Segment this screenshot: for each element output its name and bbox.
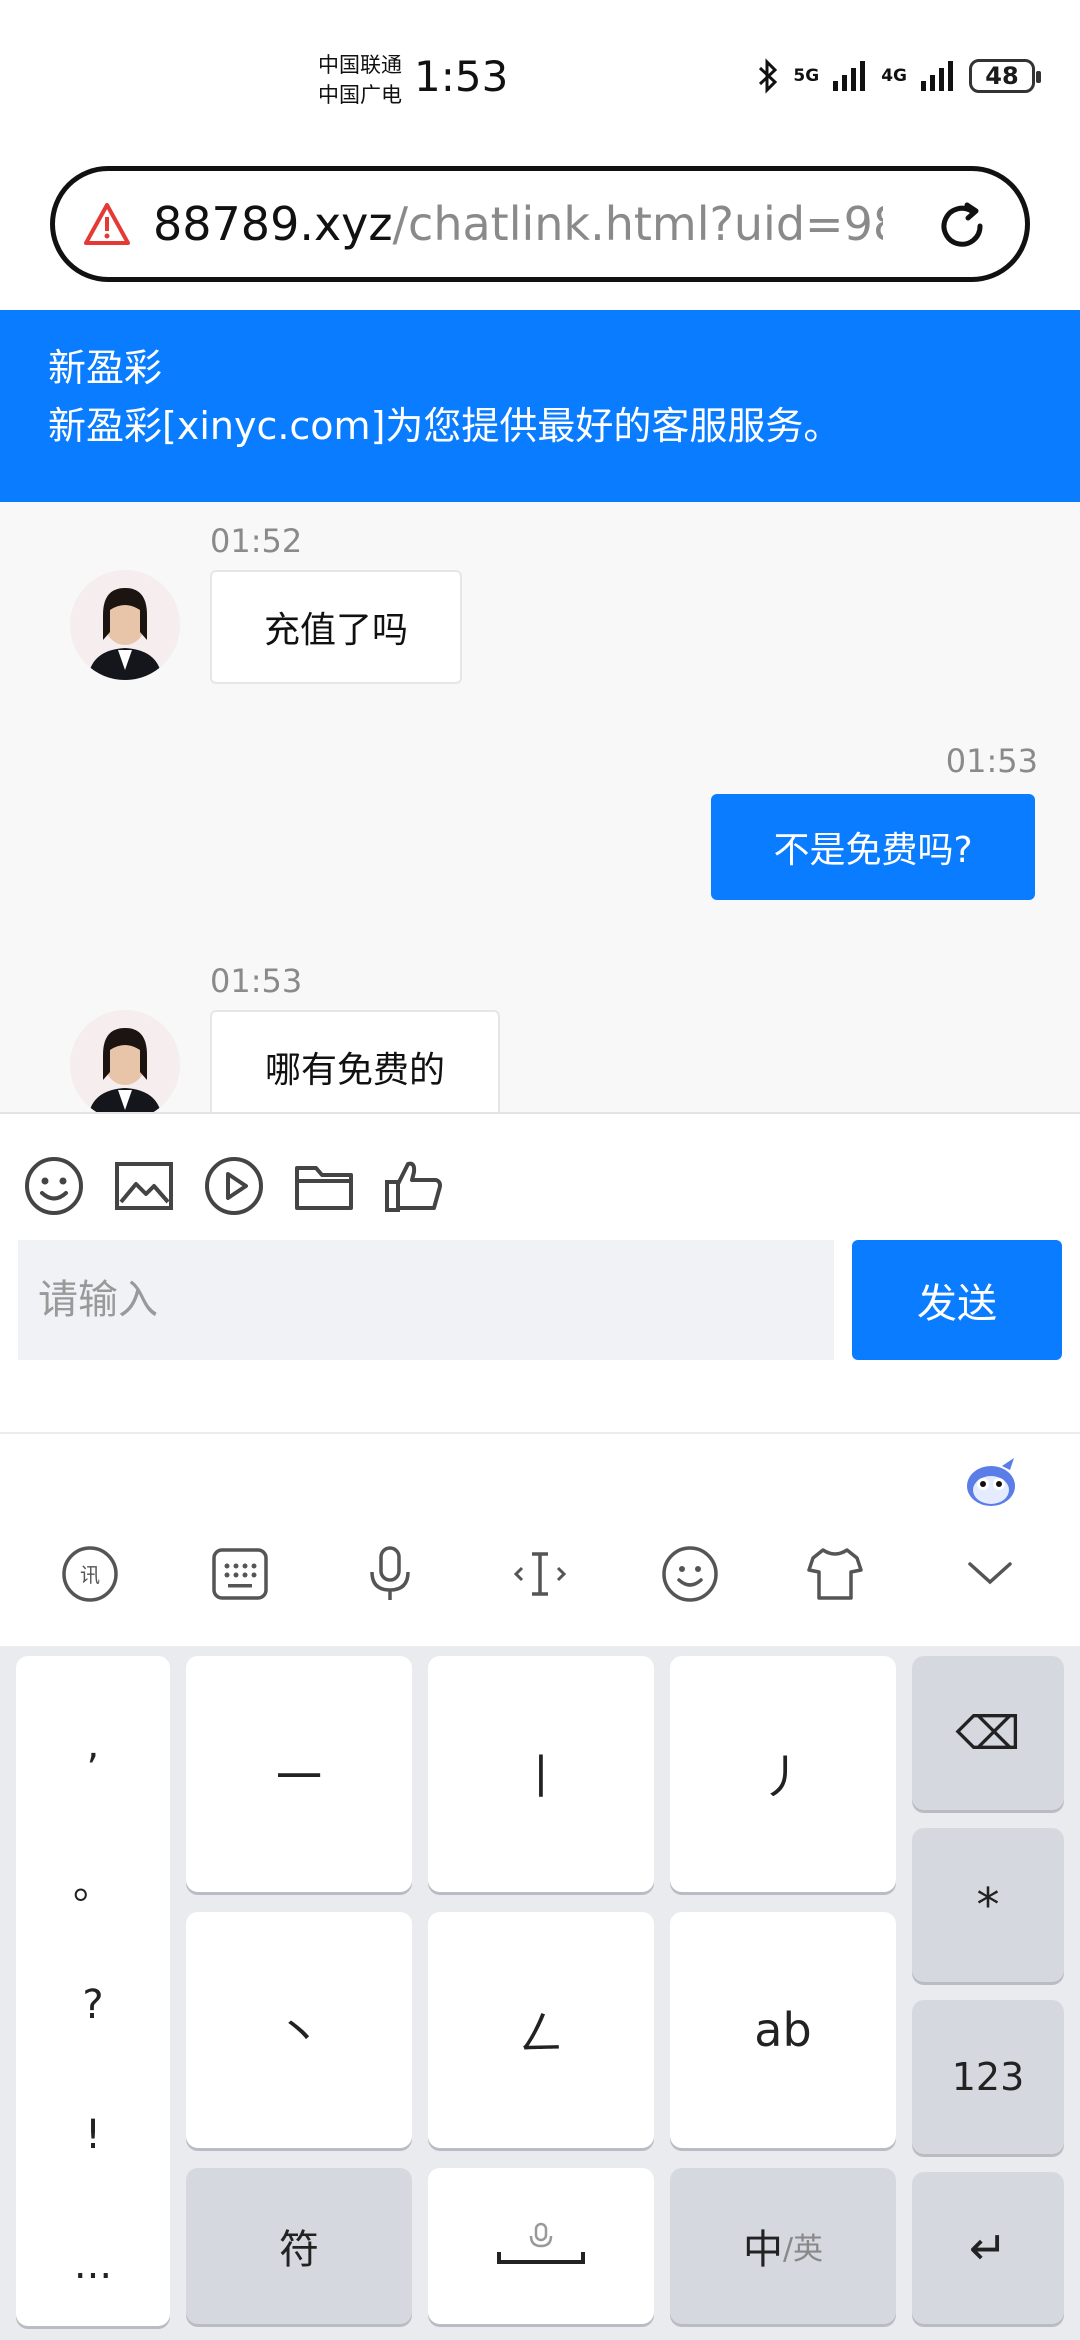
video-icon[interactable] xyxy=(202,1154,266,1218)
url-text[interactable]: 88789.xyz/chatlink.html?uid=9810 xyxy=(153,197,883,251)
image-icon[interactable] xyxy=(112,1154,176,1218)
message-timestamp: 01:52 xyxy=(210,522,303,560)
emoji-icon[interactable] xyxy=(22,1154,86,1218)
keyboard-icon[interactable] xyxy=(210,1544,270,1604)
bluetooth-icon xyxy=(759,58,778,94)
incoming-message: 充值了吗 xyxy=(210,570,462,684)
keyboard-toolbar: 讯 xyxy=(0,1432,1080,1646)
punct-period[interactable]: 。 xyxy=(16,1852,170,1910)
message-timestamp: 01:53 xyxy=(210,962,303,1000)
agent-avatar xyxy=(70,1010,180,1112)
banner-title: 新盈彩 xyxy=(48,346,163,390)
language-main-label: 中 xyxy=(742,2227,783,2273)
space-mic-icon xyxy=(497,2222,585,2264)
delete-key[interactable]: ⌫ xyxy=(912,1656,1064,1810)
key-ab[interactable]: ab xyxy=(670,1912,896,2148)
key-stroke-dian[interactable]: 丶 xyxy=(186,1912,412,2148)
banner-subtitle: 新盈彩[xinyc.com]为您提供最好的客服服务。 xyxy=(48,404,842,448)
key-stroke-pie[interactable]: 丿 xyxy=(670,1656,896,1892)
chat-header-banner: 新盈彩 新盈彩[xinyc.com]为您提供最好的客服服务。 xyxy=(0,310,1080,502)
language-switch-key[interactable]: 中/英 xyxy=(670,2168,896,2324)
thumbs-up-icon[interactable] xyxy=(382,1154,446,1218)
punct-exclaim[interactable]: ! xyxy=(16,2112,170,2158)
punct-comma[interactable]: , xyxy=(16,1722,170,1768)
signal-icon xyxy=(921,61,953,91)
send-button[interactable]: 发送 xyxy=(852,1240,1062,1360)
carrier-info: 中国联通 中国广电 xyxy=(318,50,402,110)
message-timestamp: 01:53 xyxy=(945,742,1038,780)
cursor-icon[interactable] xyxy=(510,1544,570,1604)
url-path: /chatlink.html?uid=9810 xyxy=(392,197,883,251)
status-icons: 5G 4G 48 xyxy=(757,58,1041,94)
signal-icon xyxy=(833,61,866,91)
ime-logo-icon[interactable]: 讯 xyxy=(60,1544,120,1604)
assistant-mascot-icon[interactable] xyxy=(962,1454,1020,1512)
punct-question[interactable]: ? xyxy=(16,1982,170,2028)
key-stroke-shu[interactable]: 丨 xyxy=(428,1656,654,1892)
enter-key[interactable]: ↵ xyxy=(912,2172,1064,2324)
network-4g-label: 4G xyxy=(881,66,907,86)
status-bar: 中国联通 中国广电 1:53 5G 4G 48 xyxy=(0,0,1080,160)
svg-text:讯: 讯 xyxy=(80,1563,100,1587)
skin-icon[interactable] xyxy=(805,1544,865,1604)
punctuation-column[interactable]: , 。 ? ! ... xyxy=(16,1656,170,2326)
incoming-message: 哪有免费的 xyxy=(210,1010,500,1112)
composer: 发送 xyxy=(0,1112,1080,1432)
key-stroke-heng[interactable]: 一 xyxy=(186,1656,412,1892)
carrier-1: 中国联通 xyxy=(318,53,402,77)
numbers-key[interactable]: 123 xyxy=(912,2000,1064,2154)
network-5g-label: 5G xyxy=(793,66,820,86)
reload-icon[interactable] xyxy=(933,197,991,255)
url-domain: 88789.xyz xyxy=(153,197,393,251)
collapse-icon[interactable] xyxy=(960,1544,1020,1604)
battery-indicator: 48 xyxy=(969,59,1041,93)
outgoing-message: 不是免费吗? xyxy=(711,794,1035,900)
agent-avatar xyxy=(70,570,180,680)
carrier-2: 中国广电 xyxy=(318,83,402,107)
chat-messages[interactable]: 01:52 充值了吗 01:53 不是免费吗? 01:53 哪有免费的 xyxy=(0,502,1080,1112)
punct-ellipsis[interactable]: ... xyxy=(16,2242,170,2288)
message-input[interactable] xyxy=(18,1240,834,1360)
warning-icon[interactable] xyxy=(83,202,131,246)
space-key[interactable] xyxy=(428,2168,654,2324)
clock: 1:53 xyxy=(414,52,509,101)
folder-icon[interactable] xyxy=(292,1154,356,1218)
emoji-icon[interactable] xyxy=(660,1544,720,1604)
language-alt-label: /英 xyxy=(782,2232,824,2267)
star-key[interactable]: * xyxy=(912,1828,1064,1982)
symbols-key[interactable]: 符 xyxy=(186,2168,412,2324)
microphone-icon[interactable] xyxy=(360,1544,420,1604)
key-stroke-zhe[interactable]: ㄥ xyxy=(428,1912,654,2148)
address-bar[interactable]: 88789.xyz/chatlink.html?uid=9810 xyxy=(50,166,1030,282)
keyboard: , 。 ? ! ... 一 丨 丿 ⌫ 丶 ㄥ ab * 123 符 中/英 ↵ xyxy=(0,1646,1080,2340)
